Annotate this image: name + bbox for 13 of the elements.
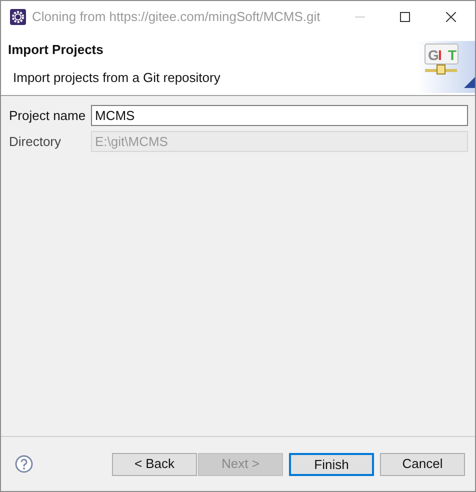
gear-icon — [10, 9, 26, 25]
help-icon[interactable] — [15, 455, 33, 473]
page-description: Import projects from a Git repository — [13, 68, 220, 87]
field-label: Directory — [9, 132, 62, 151]
dialog-button[interactable]: Finish — [289, 452, 374, 476]
window-title: Cloning from https://gitee.com/mingSoft/MCMS.git — [32, 8, 320, 26]
field-label: Project name — [9, 106, 87, 125]
page-title: Import Projects — [8, 41, 104, 59]
maximize-icon[interactable] — [400, 12, 410, 22]
dialog-button[interactable]: < Back — [112, 452, 197, 476]
close-icon[interactable] — [446, 12, 456, 22]
dialog-button[interactable]: Cancel — [380, 452, 465, 476]
text-field[interactable]: MCMS — [91, 105, 468, 126]
